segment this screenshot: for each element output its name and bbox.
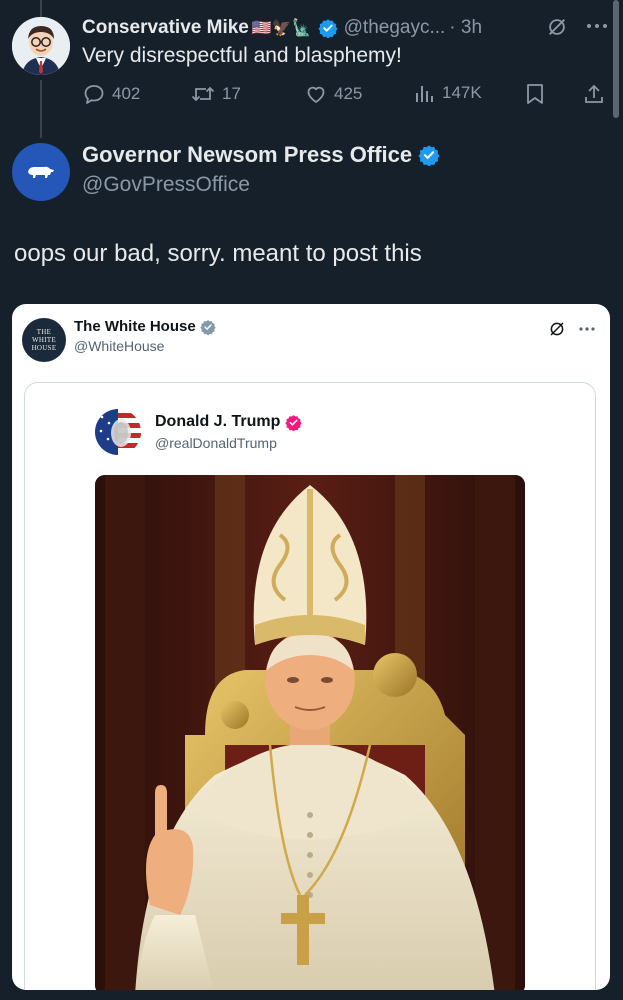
- author-handle[interactable]: @GovPressOffice: [82, 173, 250, 197]
- verified-badge-icon: [318, 18, 338, 38]
- embedded-author-name: The White House: [74, 318, 216, 335]
- repost-count: 17: [222, 84, 241, 103]
- verified-badge-icon: [418, 144, 440, 166]
- reply-text: Very disrespectful and blasphemy!: [82, 44, 402, 67]
- grok-icon[interactable]: [546, 16, 568, 38]
- more-icon[interactable]: [586, 22, 608, 30]
- attached-image[interactable]: THE WHITE HOUSE The White House @WhiteHo…: [12, 304, 610, 990]
- reply-icon: [82, 82, 106, 106]
- views-count: 147K: [442, 83, 482, 102]
- quoted-tweet: Donald J. Trump @realDonaldTrump: [24, 382, 596, 990]
- pope-portrait-image: [95, 475, 525, 990]
- author-name[interactable]: Governor Newsom Press Office: [82, 142, 440, 168]
- avatar-text-line-1: THE: [36, 328, 52, 336]
- views-icon: [414, 82, 436, 104]
- repost-button[interactable]: 17: [190, 82, 241, 106]
- avatar[interactable]: [12, 143, 70, 201]
- timestamp[interactable]: · 3h: [449, 17, 482, 39]
- verified-badge-icon: [285, 414, 302, 431]
- avatar-text-line-2: WHITE: [31, 336, 57, 344]
- repost-icon: [190, 82, 216, 106]
- reply-header: Conservative Mike 🇺🇸🦅🗽 @thegayc... · 3h: [82, 14, 482, 42]
- like-button[interactable]: 425: [304, 82, 362, 106]
- views-button[interactable]: 147K: [414, 82, 482, 104]
- share-button[interactable]: [582, 82, 606, 106]
- more-icon: [578, 326, 596, 332]
- author-name-text: Governor Newsom Press Office: [82, 142, 413, 167]
- share-icon: [582, 82, 606, 106]
- avatar-text-line-3: HOUSE: [31, 344, 57, 352]
- tweet-text: oops our bad, sorry. meant to post this: [14, 240, 422, 267]
- california-bear-icon: [26, 162, 56, 182]
- like-icon: [304, 82, 328, 106]
- white-house-avatar: THE WHITE HOUSE: [22, 318, 66, 362]
- thread-connector-top: [40, 0, 42, 18]
- embedded-author-name-text: The White House: [74, 318, 196, 335]
- quoted-author-name-text: Donald J. Trump: [155, 413, 281, 430]
- author-name[interactable]: Conservative Mike: [82, 17, 249, 39]
- author-handle[interactable]: @thegayc...: [344, 17, 446, 39]
- avatar[interactable]: [12, 17, 70, 75]
- trump-avatar: [95, 409, 141, 455]
- embedded-author-handle: @WhiteHouse: [74, 338, 165, 354]
- action-bar: 402 17 425 147K: [82, 82, 612, 110]
- embedded-actions: [548, 320, 596, 338]
- thread-connector: [40, 80, 42, 138]
- reply-button[interactable]: 402: [82, 82, 140, 106]
- scrollbar[interactable]: [613, 0, 619, 118]
- quoted-author-name: Donald J. Trump: [155, 413, 302, 431]
- bookmark-icon: [524, 82, 546, 106]
- grok-icon: [548, 320, 566, 338]
- like-count: 425: [334, 84, 363, 103]
- quoted-author-handle: @realDonaldTrump: [155, 435, 277, 451]
- reply-count: 402: [112, 84, 141, 103]
- gray-badge-icon: [200, 319, 216, 335]
- flag-emojis: 🇺🇸🦅🗽: [251, 20, 312, 37]
- bookmark-button[interactable]: [524, 82, 546, 106]
